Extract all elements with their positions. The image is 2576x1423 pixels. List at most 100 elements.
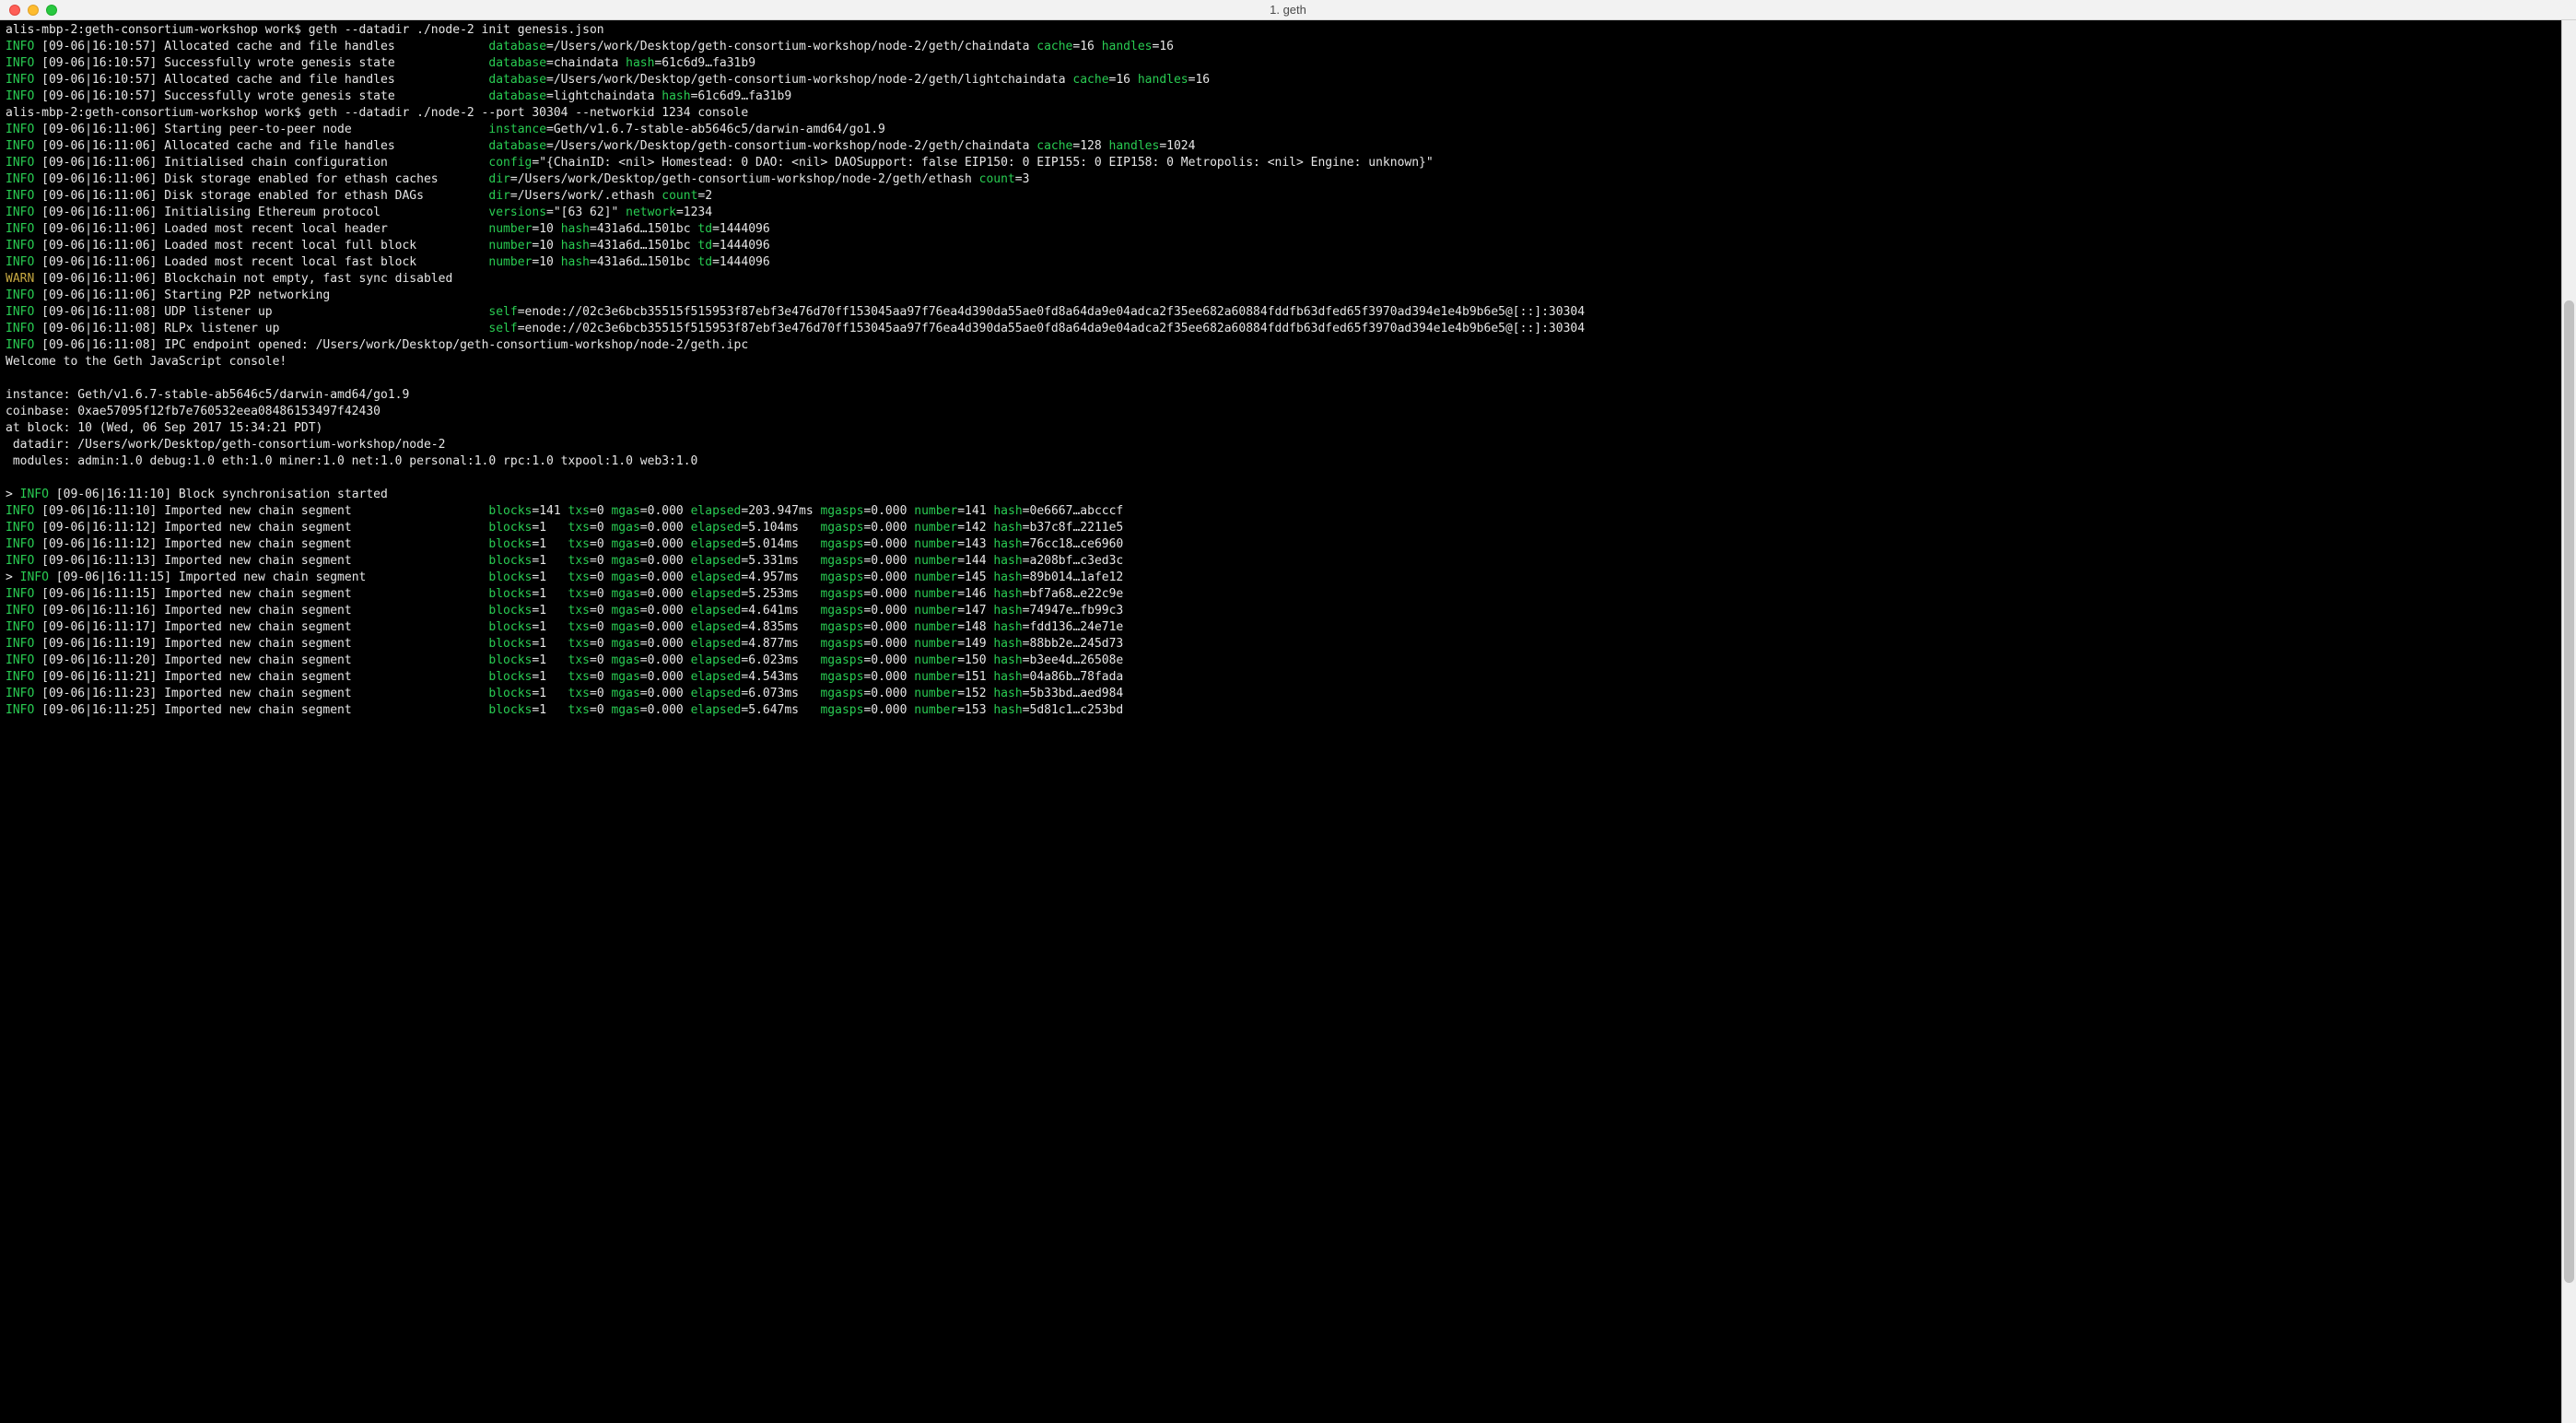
log-val: =enode://02c3e6bcb35515f515953f87ebf3e47…	[518, 322, 1585, 335]
log-val: =5.331ms	[741, 554, 820, 568]
log-val: =0.000	[640, 521, 691, 535]
log-timestamp: [09-06|16:11:23]	[34, 687, 164, 700]
log-key: blocks	[488, 570, 532, 584]
log-key: mgasps	[820, 620, 863, 634]
scrollbar[interactable]	[2561, 20, 2576, 1423]
log-timestamp: [09-06|16:10:57]	[34, 73, 164, 87]
log-message: IPC endpoint opened: /Users/work/Desktop…	[164, 338, 748, 352]
log-level: INFO	[6, 637, 34, 651]
log-key: instance	[488, 123, 546, 136]
log-val: =2	[697, 189, 712, 203]
log-val: =1444096	[712, 239, 770, 253]
log-val: =149	[957, 637, 993, 651]
log-val: =0	[590, 521, 611, 535]
log-val: =16	[1188, 73, 1210, 87]
log-key: mgasps	[820, 537, 863, 551]
log-key: mgas	[611, 570, 639, 584]
log-val: =0.000	[640, 670, 691, 684]
log-message: Disk storage enabled for ethash DAGs	[164, 189, 488, 203]
log-key: mgas	[611, 537, 639, 551]
log-key: database	[488, 56, 546, 70]
log-message: Starting P2P networking	[164, 288, 488, 302]
log-val: =10	[532, 222, 553, 236]
log-key: txs	[568, 587, 590, 601]
log-level: INFO	[6, 537, 34, 551]
log-key: hash	[993, 687, 1022, 700]
log-message: Imported new chain segment	[164, 521, 488, 535]
log-key: blocks	[488, 504, 532, 518]
log-key: mgasps	[820, 670, 863, 684]
log-level: INFO	[6, 206, 34, 219]
scrollbar-thumb[interactable]	[2564, 300, 2574, 1282]
log-key: handles	[1138, 73, 1188, 87]
log-val: =0.000	[863, 620, 914, 634]
log-key: database	[488, 139, 546, 153]
log-key: hash	[561, 255, 590, 269]
log-val: =04a86b…78fada	[1023, 670, 1124, 684]
log-val: =0	[590, 620, 611, 634]
log-level: INFO	[6, 687, 34, 700]
log-timestamp: [09-06|16:11:06]	[34, 222, 164, 236]
log-val: =16	[1072, 40, 1094, 53]
log-key: blocks	[488, 687, 532, 700]
log-key: database	[488, 73, 546, 87]
log-key: hash	[993, 653, 1022, 667]
log-val: =0.000	[863, 670, 914, 684]
log-key: mgas	[611, 604, 639, 617]
log-val: =0.000	[863, 703, 914, 717]
log-timestamp: [09-06|16:10:57]	[34, 56, 164, 70]
log-timestamp: [09-06|16:11:17]	[34, 620, 164, 634]
log-timestamp: [09-06|16:11:06]	[34, 156, 164, 170]
log-level: INFO	[6, 172, 34, 186]
log-timestamp: [09-06|16:11:06]	[34, 288, 164, 302]
log-level: INFO	[6, 554, 34, 568]
zoom-icon[interactable]	[46, 5, 57, 16]
log-key: mgasps	[820, 687, 863, 700]
log-val: =0.000	[640, 703, 691, 717]
log-val: =4.877ms	[741, 637, 820, 651]
log-key: cache	[1036, 139, 1072, 153]
log-timestamp: [09-06|16:11:25]	[34, 703, 164, 717]
log-key: number	[914, 703, 957, 717]
log-val: =5.014ms	[741, 537, 820, 551]
log-key: mgas	[611, 637, 639, 651]
log-level: INFO	[6, 123, 34, 136]
log-val: =b3ee4d…26508e	[1023, 653, 1124, 667]
log-level: INFO	[6, 239, 34, 253]
log-val: =128	[1072, 139, 1101, 153]
log-timestamp: [09-06|16:10:57]	[34, 89, 164, 103]
log-key: hash	[993, 703, 1022, 717]
log-message: Loaded most recent local header	[164, 222, 488, 236]
log-message: Block synchronisation started	[179, 488, 388, 501]
log-val: =0	[590, 570, 611, 584]
log-val: =bf7a68…e22c9e	[1023, 587, 1124, 601]
log-key: number	[914, 637, 957, 651]
log-val: =0.000	[640, 504, 691, 518]
log-key: elapsed	[691, 570, 742, 584]
log-key: txs	[568, 554, 590, 568]
log-key: mgasps	[820, 703, 863, 717]
terminal-output[interactable]: alis-mbp-2:geth-consortium-workshop work…	[0, 20, 2561, 1423]
close-icon[interactable]	[9, 5, 20, 16]
log-val: =0	[590, 637, 611, 651]
log-key: number	[914, 537, 957, 551]
traffic-lights	[0, 5, 57, 16]
log-message: Imported new chain segment	[164, 504, 488, 518]
log-val: =3	[1015, 172, 1030, 186]
log-key: mgasps	[820, 554, 863, 568]
titlebar: 1. geth	[0, 0, 2576, 20]
log-key: elapsed	[691, 554, 742, 568]
minimize-icon[interactable]	[28, 5, 39, 16]
log-key: mgasps	[820, 587, 863, 601]
log-val: =16	[1109, 73, 1130, 87]
log-key: txs	[568, 504, 590, 518]
log-key: elapsed	[691, 670, 742, 684]
log-key: mgas	[611, 587, 639, 601]
log-key: txs	[568, 604, 590, 617]
log-val: =88bb2e…245d73	[1023, 637, 1124, 651]
log-val: =1	[532, 537, 568, 551]
log-key: mgas	[611, 703, 639, 717]
log-key: config	[488, 156, 532, 170]
log-val: =/Users/work/Desktop/geth-consortium-wor…	[546, 73, 1066, 87]
log-level: INFO	[6, 222, 34, 236]
